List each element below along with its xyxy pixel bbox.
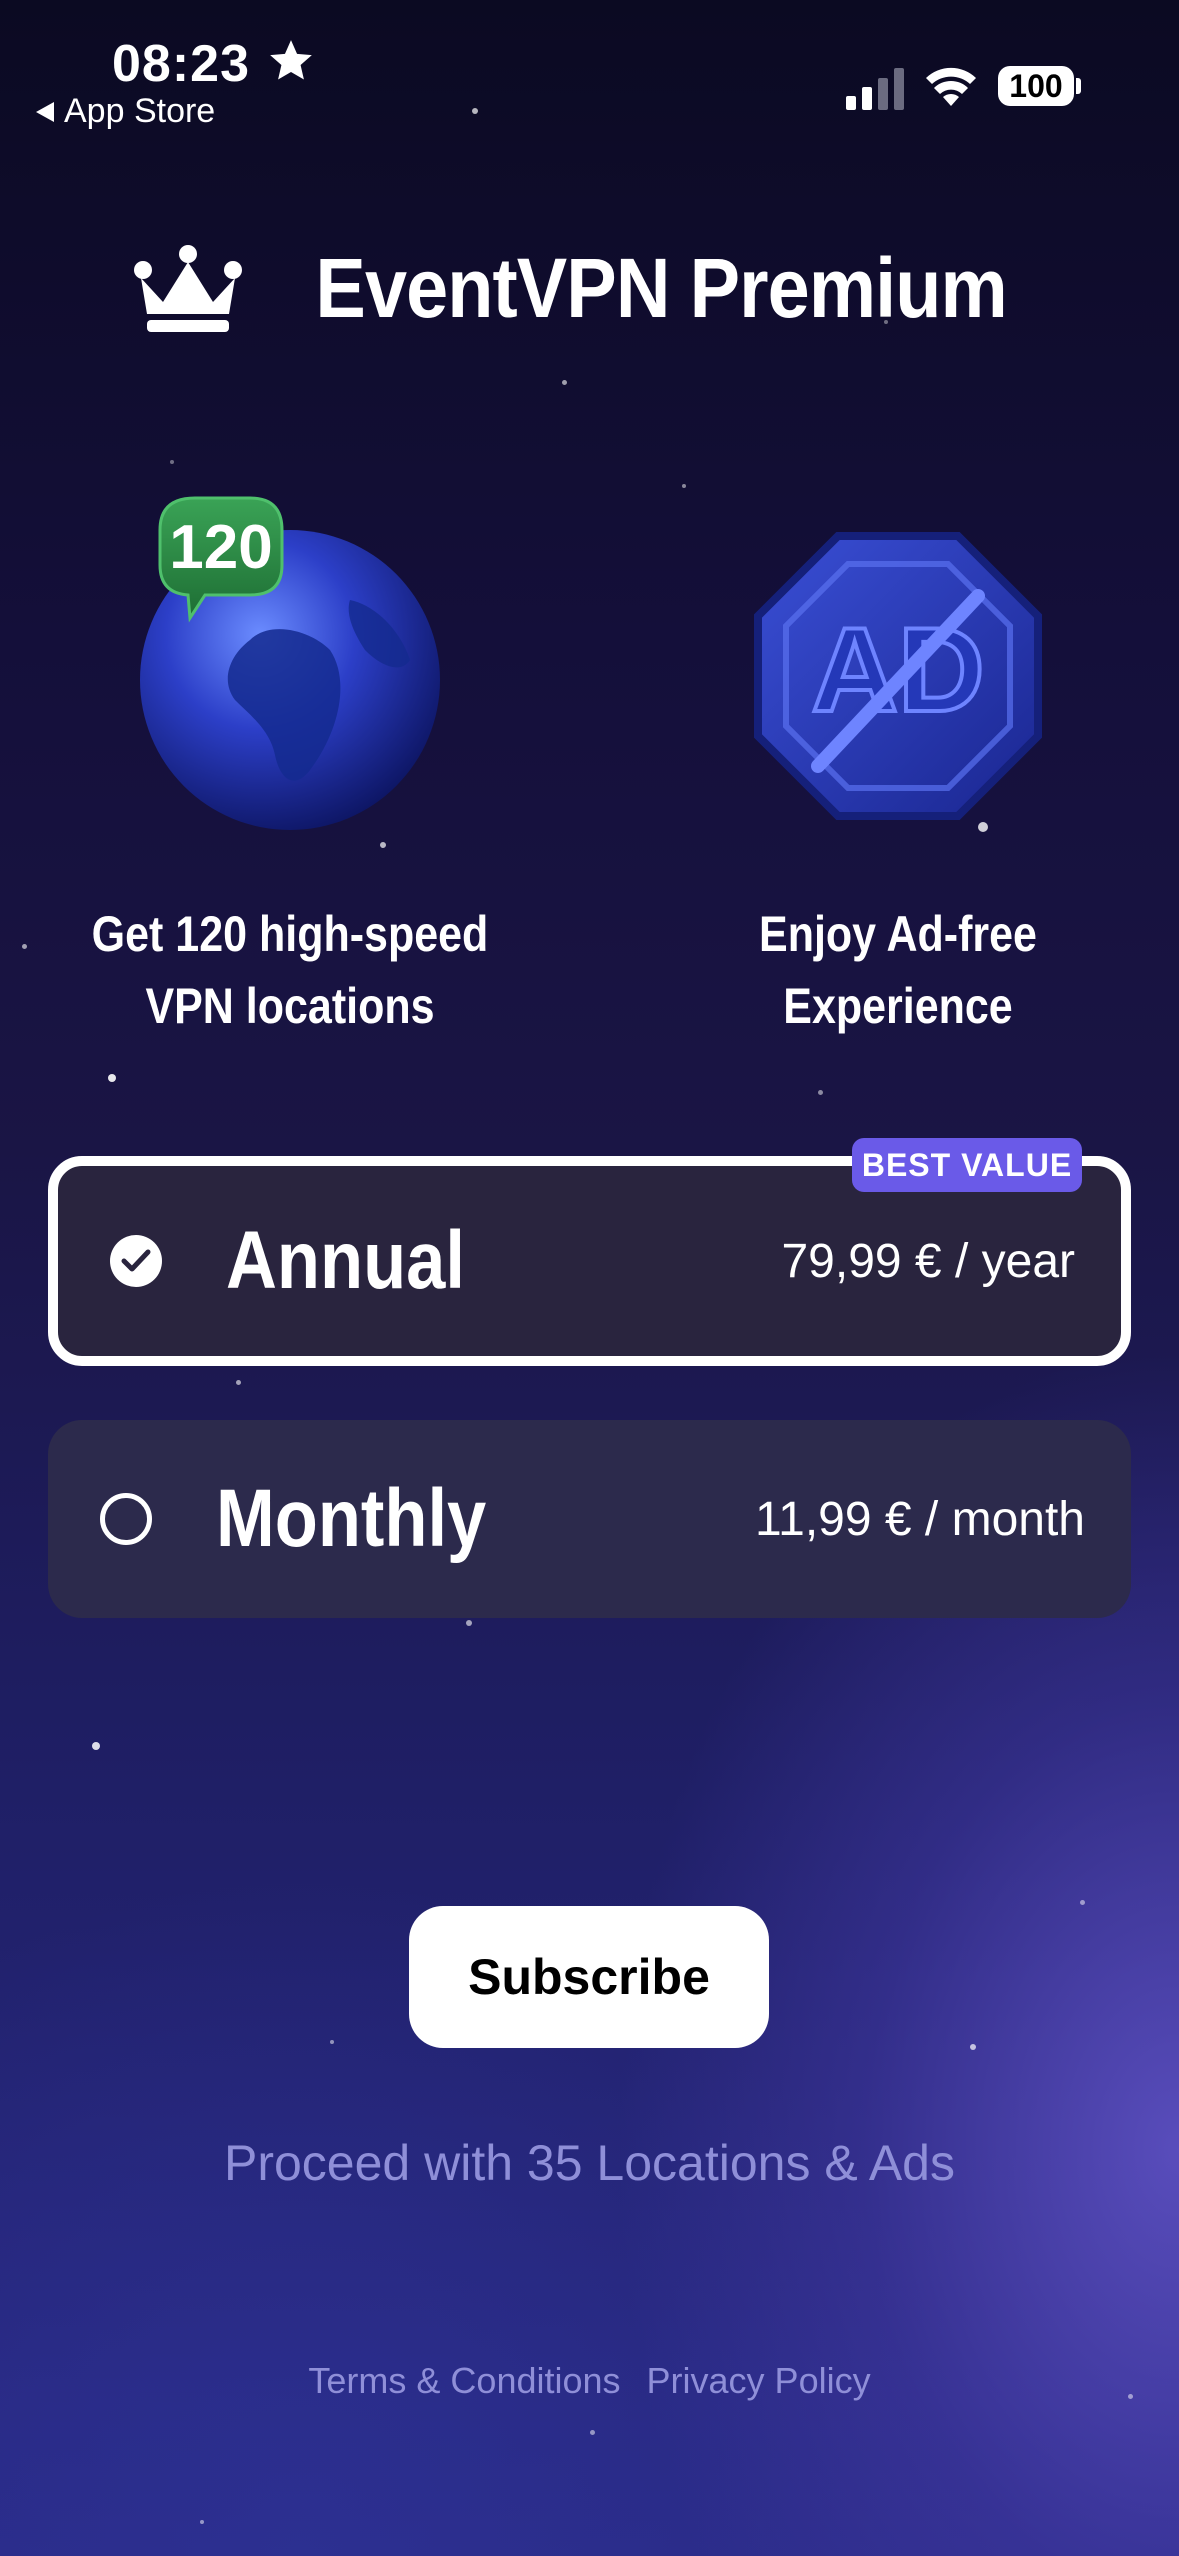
plan-price-annual: 79,99 € / year: [781, 1234, 1075, 1288]
privacy-link[interactable]: Privacy Policy: [647, 2360, 871, 2402]
battery-tip: [1076, 78, 1081, 94]
plan-price-monthly: 11,99 € / month: [755, 1492, 1085, 1546]
checkmark-icon: [121, 1249, 151, 1272]
star-icon: [270, 40, 312, 80]
radio-unchecked-icon: [100, 1493, 152, 1545]
subscribe-button[interactable]: Subscribe: [409, 1906, 769, 2048]
radio-checked-icon: [110, 1235, 162, 1287]
feature-adfree-line1: Enjoy Ad-free: [759, 906, 1037, 962]
proceed-free-link[interactable]: Proceed with 35 Locations & Ads: [0, 2134, 1179, 2192]
globe-icon: 120: [140, 496, 440, 830]
page-header: EventVPN Premium: [0, 240, 1179, 337]
feature-adfree-text: Enjoy Ad-free Experience: [674, 898, 1121, 1042]
plan-name-annual: Annual: [226, 1215, 465, 1306]
back-arrow-icon: [36, 101, 54, 122]
plan-option-monthly[interactable]: Monthly 11,99 € / month: [48, 1420, 1131, 1618]
cellular-signal-icon: [846, 68, 904, 110]
plan-name-monthly: Monthly: [216, 1473, 487, 1564]
battery-indicator: 100: [998, 66, 1074, 106]
crown-icon: [134, 244, 243, 332]
feature-adfree-line2: Experience: [783, 978, 1013, 1034]
feature-locations-line2: VPN locations: [145, 978, 435, 1034]
back-app-label: App Store: [64, 92, 216, 130]
back-to-app-store[interactable]: App Store: [36, 92, 215, 131]
feature-locations-line1: Get 120 high-speed: [91, 906, 489, 962]
feature-locations-text: Get 120 high-speed VPN locations: [66, 898, 513, 1042]
wifi-icon: [926, 67, 976, 106]
globe-badge-number: 120: [169, 513, 272, 582]
status-bar: 08:23 App Store 100: [0, 0, 1179, 140]
no-ads-icon: AD: [754, 532, 1042, 820]
terms-link[interactable]: Terms & Conditions: [308, 2360, 620, 2402]
status-time: 08:23: [112, 35, 250, 93]
best-value-badge: BEST VALUE: [852, 1138, 1082, 1192]
page-title: EventVPN Premium: [315, 241, 1008, 335]
footer-links: Terms & Conditions Privacy Policy: [0, 2360, 1179, 2402]
